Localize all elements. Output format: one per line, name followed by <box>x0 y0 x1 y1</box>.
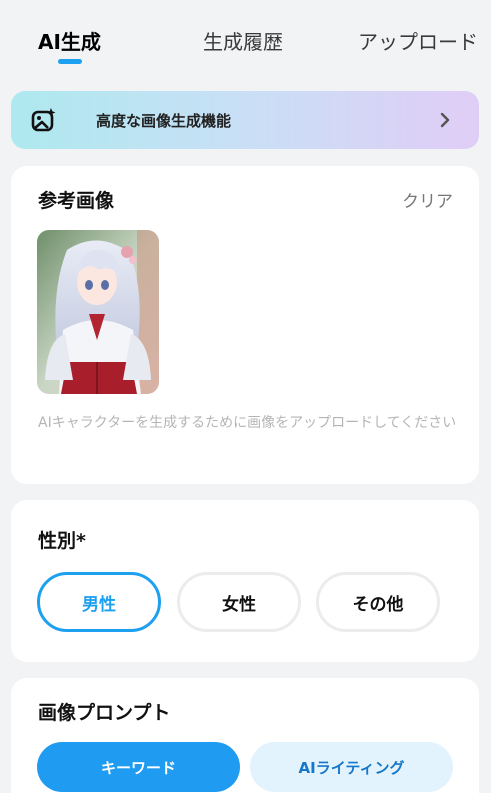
image-prompt-title: 画像プロンプト <box>38 702 171 724</box>
gender-title: 性別* <box>38 530 86 552</box>
gender-option-other[interactable]: その他 <box>316 572 440 632</box>
banner-label: 高度な画像生成機能 <box>96 112 232 130</box>
ai-writing-mode-button[interactable]: AIライティング <box>250 742 453 792</box>
tab-upload[interactable]: アップロード <box>358 26 478 55</box>
reference-image-thumbnail[interactable] <box>37 230 159 394</box>
active-tab-indicator <box>58 59 82 64</box>
clear-button[interactable]: クリア <box>402 187 453 212</box>
tab-history[interactable]: 生成履歴 <box>203 26 283 55</box>
gender-option-female[interactable]: 女性 <box>177 572 301 632</box>
upload-hint-text: AIキャラクターを生成するために画像をアップロードしてください <box>38 415 457 431</box>
image-prompt-card: 画像プロンプト キーワード AIライティング <box>11 678 479 793</box>
keyword-mode-button[interactable]: キーワード <box>37 742 240 792</box>
reference-image-card: 参考画像 クリア AIキャラクターを生成するために画像をアップロードしてください <box>11 166 479 484</box>
gender-card: 性別* 男性 女性 その他 <box>11 500 479 662</box>
gender-option-male[interactable]: 男性 <box>37 572 161 632</box>
reference-image-title: 参考画像 <box>38 190 115 212</box>
image-sparkle-icon <box>31 107 57 133</box>
chevron-right-icon <box>437 112 453 128</box>
top-tabs: AI生成 生成履歴 アップロード <box>0 0 491 72</box>
advanced-generation-banner[interactable]: 高度な画像生成機能 <box>11 91 479 149</box>
tab-ai-generate[interactable]: AI生成 <box>38 26 101 55</box>
